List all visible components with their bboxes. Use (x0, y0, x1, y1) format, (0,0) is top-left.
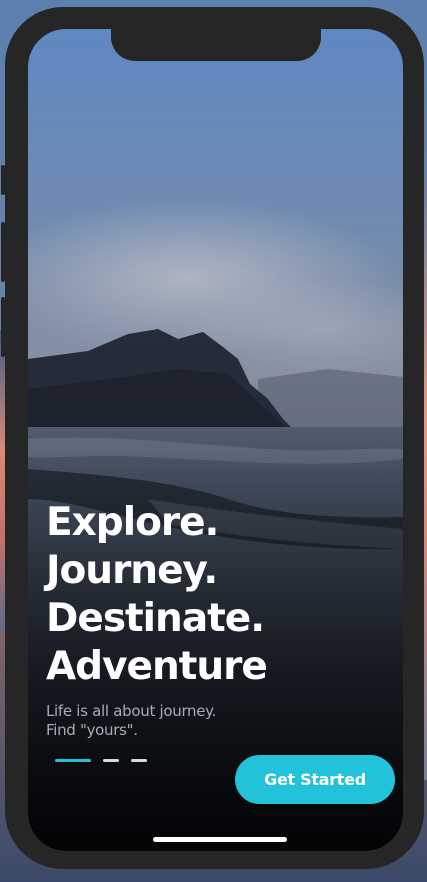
page-indicator (55, 758, 147, 762)
get-started-button[interactable]: Get Started (235, 755, 395, 804)
app-screen: Explore. Journey. Destinate. Adventure L… (28, 29, 403, 851)
onboarding-headline: Explore. Journey. Destinate. Adventure (46, 499, 268, 691)
page-dot[interactable] (131, 758, 147, 762)
phone-side-button-volume-up (1, 222, 5, 282)
onboarding-subtitle: Life is all about journey. Find "yours". (46, 702, 216, 740)
phone-notch (111, 29, 321, 61)
headline-line: Explore. (46, 500, 219, 545)
page-dot-active[interactable] (55, 758, 91, 762)
headline-line: Journey. (46, 548, 218, 593)
phone-side-button-silent (1, 165, 5, 195)
home-indicator[interactable] (153, 837, 287, 842)
page-dot[interactable] (103, 758, 119, 762)
phone-frame: Explore. Journey. Destinate. Adventure L… (1, 7, 424, 869)
subtitle-line: Life is all about journey. (46, 702, 217, 720)
phone-side-button-volume-down (1, 297, 5, 357)
headline-line: Destinate. (46, 596, 265, 641)
subtitle-line: Find "yours". (46, 721, 138, 739)
headline-line: Adventure (46, 644, 268, 689)
